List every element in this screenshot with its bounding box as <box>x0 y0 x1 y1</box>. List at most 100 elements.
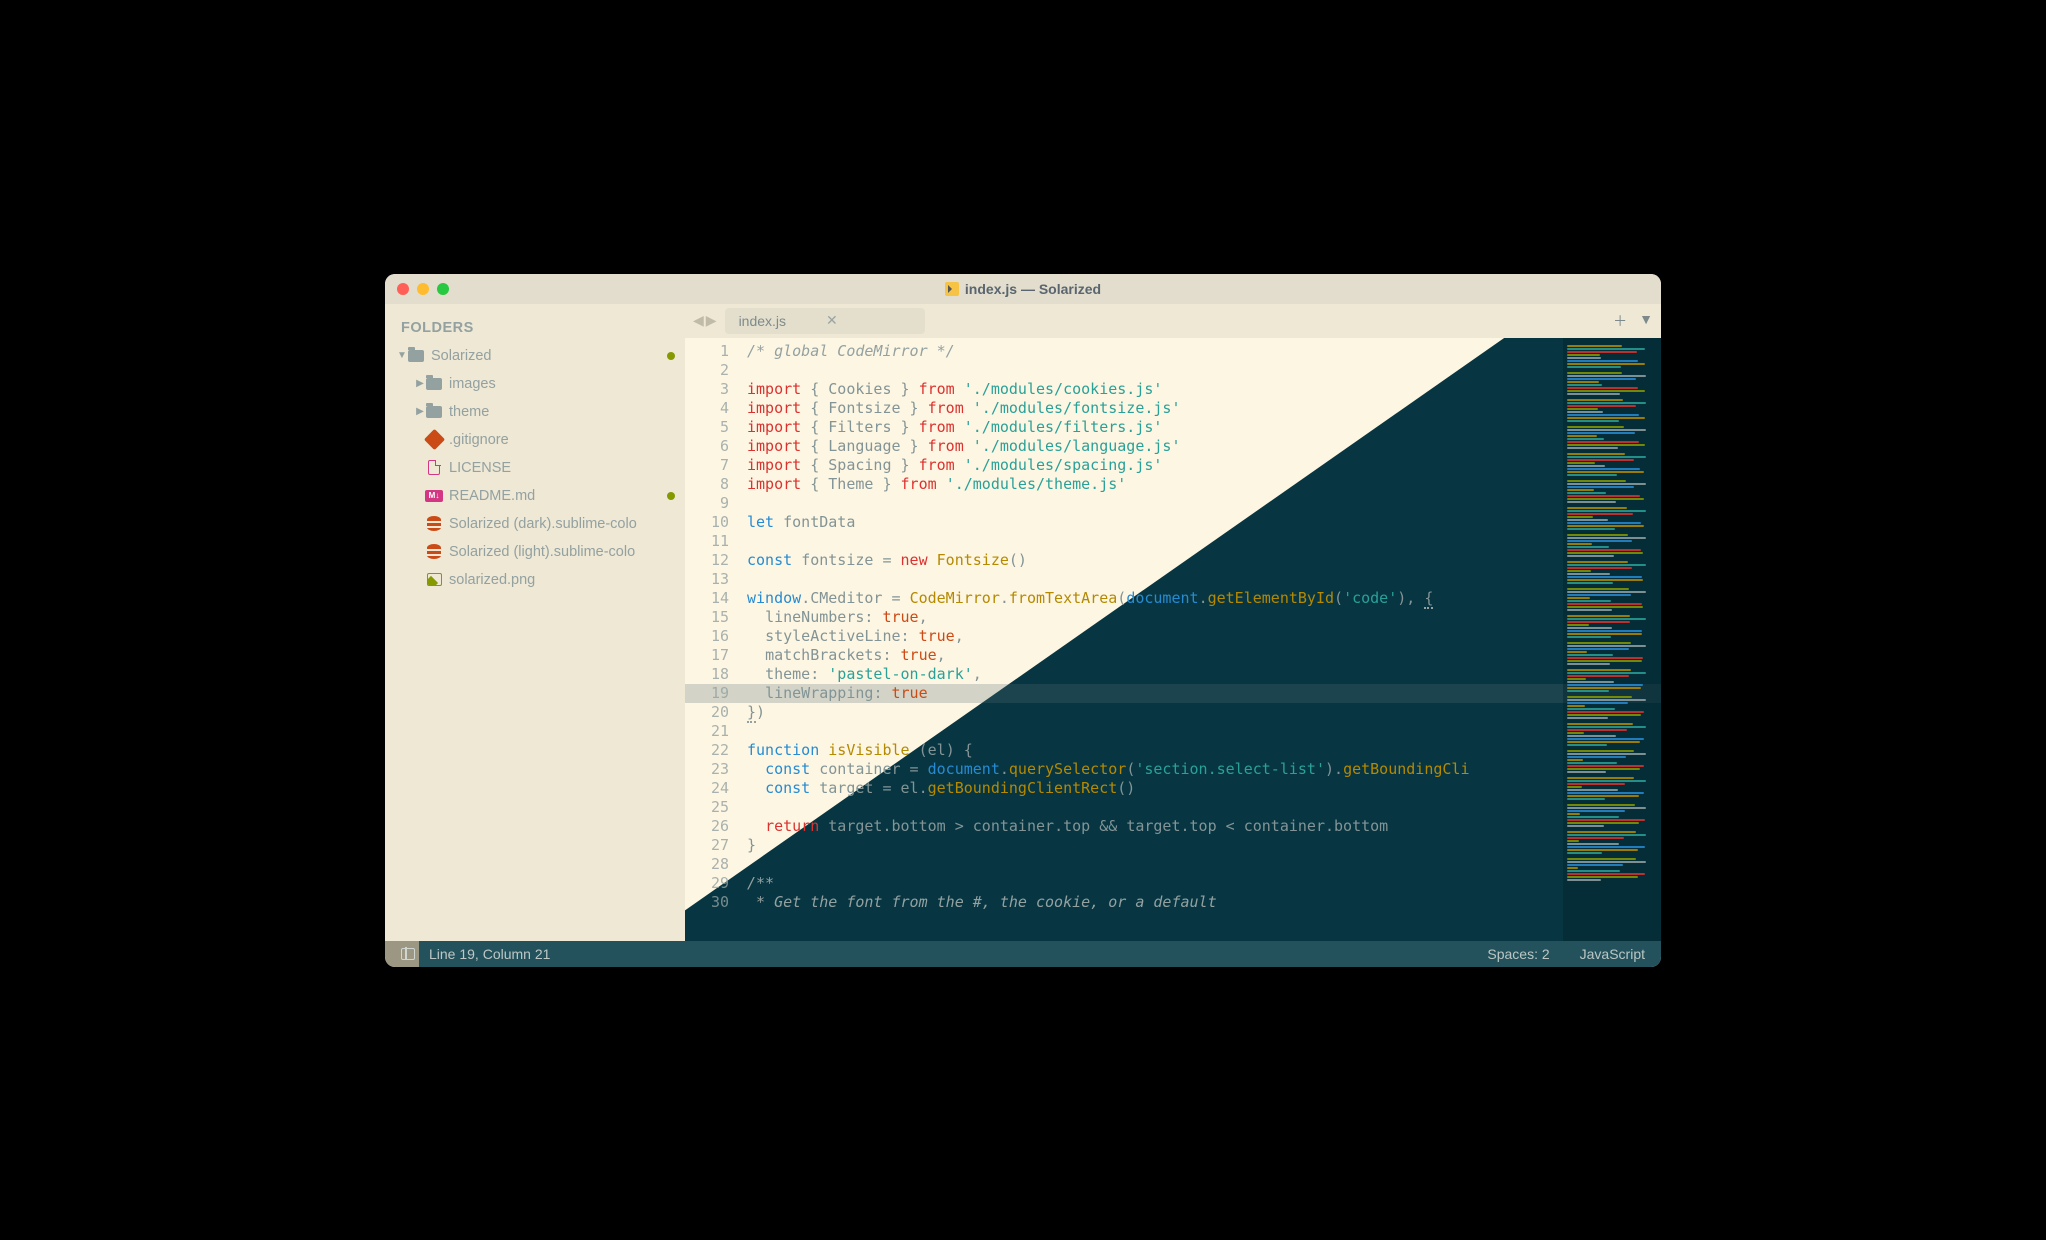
minimap[interactable] <box>1563 338 1661 941</box>
line-number[interactable]: 11 <box>685 532 747 551</box>
line-content[interactable]: lineNumbers: true, <box>747 608 1661 627</box>
line-content[interactable]: function isVisible (el) { <box>747 741 1661 760</box>
code-line[interactable]: 23 const container = document.querySelec… <box>685 760 1661 779</box>
indent-setting[interactable]: Spaces: 2 <box>1487 946 1549 962</box>
line-content[interactable]: } <box>747 836 1661 855</box>
line-content[interactable]: /** <box>747 874 1661 893</box>
code-line[interactable]: 5import { Filters } from './modules/filt… <box>685 418 1661 437</box>
code-line[interactable]: 25 <box>685 798 1661 817</box>
line-number[interactable]: 30 <box>685 893 747 912</box>
line-number[interactable]: 3 <box>685 380 747 399</box>
line-content[interactable]: import { Cookies } from './modules/cooki… <box>747 380 1661 399</box>
code-line[interactable]: 17 matchBrackets: true, <box>685 646 1661 665</box>
line-number[interactable]: 26 <box>685 817 747 836</box>
line-content[interactable]: theme: 'pastel-on-dark', <box>747 665 1661 684</box>
code-line[interactable]: 9 <box>685 494 1661 513</box>
line-content[interactable]: }) <box>747 703 1661 722</box>
line-number[interactable]: 1 <box>685 342 747 361</box>
tab-close-icon[interactable]: ✕ <box>826 312 838 329</box>
line-content[interactable] <box>747 570 1661 589</box>
line-content[interactable]: window.CMeditor = CodeMirror.fromTextAre… <box>747 589 1661 608</box>
line-content[interactable]: * Get the font from the #, the cookie, o… <box>747 893 1661 912</box>
code-line[interactable]: 28 <box>685 855 1661 874</box>
line-number[interactable]: 12 <box>685 551 747 570</box>
file-row-license[interactable]: LICENSE <box>385 454 685 482</box>
code-line[interactable]: 12const fontsize = new Fontsize() <box>685 551 1661 570</box>
code-viewport[interactable]: 1/* global CodeMirror */23import { Cooki… <box>685 338 1661 941</box>
code-line[interactable]: 24 const target = el.getBoundingClientRe… <box>685 779 1661 798</box>
line-number[interactable]: 8 <box>685 475 747 494</box>
chevron-right-icon[interactable]: ▶ <box>415 378 425 389</box>
syntax-setting[interactable]: JavaScript <box>1580 946 1645 962</box>
line-number[interactable]: 2 <box>685 361 747 380</box>
code-line[interactable]: 10let fontData <box>685 513 1661 532</box>
chevron-right-icon[interactable]: ▶ <box>415 406 425 417</box>
minimize-window-button[interactable] <box>417 283 429 295</box>
code-line[interactable]: 20}) <box>685 703 1661 722</box>
code-line[interactable]: 29/** <box>685 874 1661 893</box>
line-content[interactable]: lineWrapping: true <box>747 684 1661 703</box>
code-line[interactable]: 4import { Fontsize } from './modules/fon… <box>685 399 1661 418</box>
code-line[interactable]: 18 theme: 'pastel-on-dark', <box>685 665 1661 684</box>
line-number[interactable]: 28 <box>685 855 747 874</box>
code-line[interactable]: 11 <box>685 532 1661 551</box>
file-row-solarized-png[interactable]: solarized.png <box>385 566 685 594</box>
line-content[interactable]: styleActiveLine: true, <box>747 627 1661 646</box>
line-content[interactable]: import { Fontsize } from './modules/font… <box>747 399 1661 418</box>
line-content[interactable] <box>747 361 1661 380</box>
tab-dropdown-icon[interactable]: ▼ <box>1639 311 1653 331</box>
line-number[interactable]: 16 <box>685 627 747 646</box>
file-row-solarized-light-sublime-colo[interactable]: Solarized (light).sublime-colo <box>385 538 685 566</box>
line-content[interactable]: const fontsize = new Fontsize() <box>747 551 1661 570</box>
line-number[interactable]: 6 <box>685 437 747 456</box>
code-line[interactable]: 21 <box>685 722 1661 741</box>
code-line[interactable]: 14window.CMeditor = CodeMirror.fromTextA… <box>685 589 1661 608</box>
line-number[interactable]: 19 <box>685 684 747 703</box>
line-number[interactable]: 14 <box>685 589 747 608</box>
code-line[interactable]: 8import { Theme } from './modules/theme.… <box>685 475 1661 494</box>
line-number[interactable]: 17 <box>685 646 747 665</box>
line-content[interactable]: import { Language } from './modules/lang… <box>747 437 1661 456</box>
folder-row-theme[interactable]: ▶theme <box>385 398 685 426</box>
code-line[interactable]: 16 styleActiveLine: true, <box>685 627 1661 646</box>
code-line[interactable]: 15 lineNumbers: true, <box>685 608 1661 627</box>
zoom-window-button[interactable] <box>437 283 449 295</box>
line-number[interactable]: 5 <box>685 418 747 437</box>
code-line[interactable]: 26 return target.bottom > container.top … <box>685 817 1661 836</box>
line-number[interactable]: 18 <box>685 665 747 684</box>
code-line[interactable]: 3import { Cookies } from './modules/cook… <box>685 380 1661 399</box>
code-line[interactable]: 19 lineWrapping: true <box>685 684 1661 703</box>
file-row--gitignore[interactable]: .gitignore <box>385 426 685 454</box>
line-number[interactable]: 13 <box>685 570 747 589</box>
folder-row-solarized[interactable]: ▼Solarized <box>385 342 685 370</box>
line-number[interactable]: 29 <box>685 874 747 893</box>
code-line[interactable]: 2 <box>685 361 1661 380</box>
line-content[interactable] <box>747 798 1661 817</box>
nav-back-icon[interactable]: ◀ <box>693 312 704 329</box>
line-number[interactable]: 7 <box>685 456 747 475</box>
line-number[interactable]: 4 <box>685 399 747 418</box>
line-content[interactable]: import { Filters } from './modules/filte… <box>747 418 1661 437</box>
line-content[interactable] <box>747 532 1661 551</box>
line-number[interactable]: 23 <box>685 760 747 779</box>
line-content[interactable]: import { Spacing } from './modules/spaci… <box>747 456 1661 475</box>
line-content[interactable]: let fontData <box>747 513 1661 532</box>
file-row-readme-md[interactable]: M↓README.md <box>385 482 685 510</box>
line-content[interactable]: matchBrackets: true, <box>747 646 1661 665</box>
line-number[interactable]: 20 <box>685 703 747 722</box>
code-line[interactable]: 1/* global CodeMirror */ <box>685 342 1661 361</box>
tab-active[interactable]: index.js ✕ <box>725 308 925 334</box>
code-line[interactable]: 30 * Get the font from the #, the cookie… <box>685 893 1661 912</box>
line-number[interactable]: 25 <box>685 798 747 817</box>
cursor-position[interactable]: Line 19, Column 21 <box>429 946 550 962</box>
code-line[interactable]: 22function isVisible (el) { <box>685 741 1661 760</box>
code-lines[interactable]: 1/* global CodeMirror */23import { Cooki… <box>685 338 1661 941</box>
code-line[interactable]: 7import { Spacing } from './modules/spac… <box>685 456 1661 475</box>
code-line[interactable]: 6import { Language } from './modules/lan… <box>685 437 1661 456</box>
new-tab-icon[interactable]: ＋ <box>1613 311 1627 331</box>
line-content[interactable]: return target.bottom > container.top && … <box>747 817 1661 836</box>
close-window-button[interactable] <box>397 283 409 295</box>
line-content[interactable] <box>747 494 1661 513</box>
line-content[interactable]: /* global CodeMirror */ <box>747 342 1661 361</box>
line-number[interactable]: 21 <box>685 722 747 741</box>
